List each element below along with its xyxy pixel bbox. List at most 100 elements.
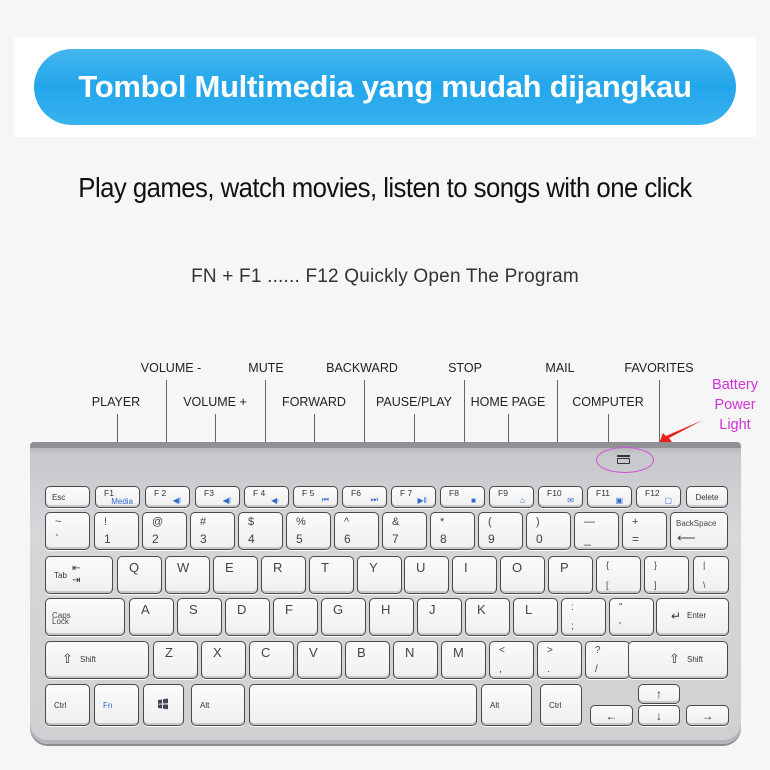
key-windows[interactable] xyxy=(143,684,184,726)
key-delete[interactable]: Delete xyxy=(686,486,728,508)
key-4[interactable]: $4 xyxy=(238,512,283,550)
key-I[interactable]: I xyxy=(452,556,497,594)
key-label: L xyxy=(525,602,533,617)
key-right-alt[interactable]: Alt xyxy=(481,684,532,726)
key-1[interactable]: ! 1 xyxy=(94,512,139,550)
key-H[interactable]: H xyxy=(369,598,414,636)
key-F[interactable]: F xyxy=(273,598,318,636)
key-2[interactable]: @2 xyxy=(142,512,187,550)
key-A[interactable]: A xyxy=(129,598,174,636)
key-enter[interactable]: ↵ Enter xyxy=(656,598,729,636)
key-O[interactable]: O xyxy=(500,556,545,594)
key-label: F 5 xyxy=(302,488,315,498)
key-f5[interactable]: F 5 ⏮ xyxy=(293,486,338,508)
key-shift-label: — xyxy=(584,516,595,528)
key-T[interactable]: T xyxy=(309,556,354,594)
key-5[interactable]: % 5 xyxy=(286,512,331,550)
key-6[interactable]: ^ 6 xyxy=(334,512,379,550)
key-f11[interactable]: F11 ▣ xyxy=(587,486,632,508)
key-N[interactable]: N xyxy=(393,641,438,679)
key-9[interactable]: (9 xyxy=(478,512,523,550)
key-D[interactable]: D xyxy=(225,598,270,636)
key-shift-label: ( xyxy=(488,516,492,528)
key-_[interactable]: — _ xyxy=(574,512,619,550)
key-f4[interactable]: F 4 ◀· xyxy=(244,486,289,508)
key-label: J xyxy=(429,602,436,617)
key-label: ; xyxy=(571,621,574,632)
key-fn[interactable]: Fn xyxy=(94,684,139,726)
key-|\[interactable]: | \ xyxy=(693,556,729,594)
key-G[interactable]: G xyxy=(321,598,366,636)
key-3[interactable]: #3 xyxy=(190,512,235,550)
key-`[interactable]: ~ ` xyxy=(45,512,90,550)
key-shift-label: { xyxy=(606,560,610,570)
key-{[[interactable]: {[ xyxy=(596,556,641,594)
key-arrow-down[interactable]: ↓ xyxy=(638,705,680,726)
key-}][interactable]: }] xyxy=(644,556,689,594)
key-Z[interactable]: Z xyxy=(153,641,198,679)
key-label: 8 xyxy=(440,532,447,546)
key-R[interactable]: R xyxy=(261,556,306,594)
key-f7[interactable]: F 7 ▶ǁ xyxy=(391,486,436,508)
key-W[interactable]: W xyxy=(165,556,210,594)
key-arrow-left[interactable]: ← xyxy=(590,705,633,726)
key-C[interactable]: C xyxy=(249,641,294,679)
key-f8[interactable]: F8 ■ xyxy=(440,486,485,508)
key-P[interactable]: P xyxy=(548,556,593,594)
key-Y[interactable]: Y xyxy=(357,556,402,594)
key-tab[interactable]: Tab ⇤ ⇥ xyxy=(45,556,113,594)
key-J[interactable]: J xyxy=(417,598,462,636)
key-E[interactable]: E xyxy=(213,556,258,594)
function-label-f1: PLAYER xyxy=(91,395,141,409)
key-backspace[interactable]: BackSpace ⟵ xyxy=(670,512,728,550)
key-shift-label: ? xyxy=(595,645,601,656)
key-f9[interactable]: F9 ⌂ xyxy=(489,486,534,508)
key-right-ctrl[interactable]: Ctrl xyxy=(540,684,582,726)
key-esc[interactable]: Esc xyxy=(45,486,90,508)
key-=[interactable]: + = xyxy=(622,512,667,550)
key-:;[interactable]: :; xyxy=(561,598,606,636)
key-f6[interactable]: F6 ⏭ xyxy=(342,486,387,508)
key-"'[interactable]: " ' xyxy=(609,598,654,636)
key->.[interactable]: >. xyxy=(537,641,582,679)
key-left-shift[interactable]: ⇧ Shift xyxy=(45,641,149,679)
key-right-shift[interactable]: ⇧ Shift xyxy=(628,641,728,679)
key-caps-lock[interactable]: Caps Lock xyxy=(45,598,125,636)
key-arrow-up[interactable]: ↑ xyxy=(638,684,680,704)
key-label: . xyxy=(547,664,550,675)
key-M[interactable]: M xyxy=(441,641,486,679)
key-U[interactable]: U xyxy=(404,556,449,594)
key-label: Q xyxy=(129,560,140,575)
mute-icon: ◀· xyxy=(271,496,280,505)
tab-arrows-icon: ⇤ ⇥ xyxy=(72,563,81,586)
key-V[interactable]: V xyxy=(297,641,342,679)
key-f10[interactable]: F10 ✉ xyxy=(538,486,583,508)
key-label: R xyxy=(273,560,283,575)
key-left-alt[interactable]: Alt xyxy=(191,684,245,726)
function-label-f6: BACKWARD xyxy=(326,361,398,375)
key-f1[interactable]: F1 Media xyxy=(95,486,140,508)
key-label: N xyxy=(405,645,415,660)
key-f2[interactable]: F 2 ◀ǀ xyxy=(145,486,190,508)
key-K[interactable]: K xyxy=(465,598,510,636)
key-<,[interactable]: <, xyxy=(489,641,534,679)
key-arrow-right[interactable]: → xyxy=(686,705,729,726)
key-?/[interactable]: ? / xyxy=(585,641,630,679)
key-shift-label: # xyxy=(200,516,207,528)
key-label: Lock xyxy=(52,617,69,626)
key-8[interactable]: * 8 xyxy=(430,512,475,550)
key-7[interactable]: & 7 xyxy=(382,512,427,550)
key-X[interactable]: X xyxy=(201,641,246,679)
battery-label-line: Battery xyxy=(712,377,758,393)
key-left-ctrl[interactable]: Ctrl xyxy=(45,684,90,726)
key-S[interactable]: S xyxy=(177,598,222,636)
key-label: 6 xyxy=(344,532,351,546)
key-f12[interactable]: F12 ▢ xyxy=(636,486,681,508)
key-space[interactable] xyxy=(249,684,477,726)
key-L[interactable]: L xyxy=(513,598,558,636)
key-Q[interactable]: Q xyxy=(117,556,162,594)
key-f3[interactable]: F3 ◀ǀ xyxy=(195,486,240,508)
key-label: A xyxy=(141,602,150,617)
key-B[interactable]: B xyxy=(345,641,390,679)
key-0[interactable]: ) 0 xyxy=(526,512,571,550)
